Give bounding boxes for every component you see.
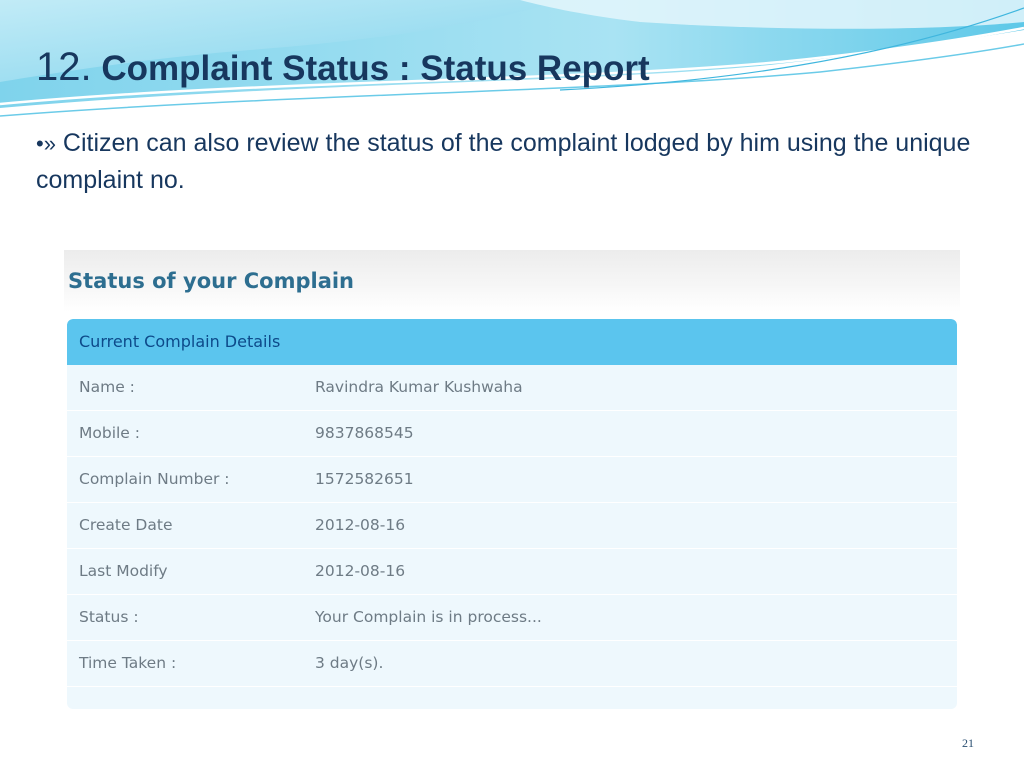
detail-value: Ravindra Kumar Kushwaha: [315, 378, 523, 396]
detail-value: 1572582651: [315, 470, 414, 488]
detail-label: Last Modify: [79, 562, 168, 580]
detail-value: 2012-08-16: [315, 562, 406, 580]
detail-row-time-taken: Time Taken : 3 day(s).: [67, 641, 957, 687]
bullet-marker: •»: [36, 131, 56, 156]
detail-row-status: Status : Your Complain is in process...: [67, 595, 957, 641]
detail-value: 3 day(s).: [315, 654, 384, 672]
detail-row-name: Name : Ravindra Kumar Kushwaha: [67, 365, 957, 411]
page-number: 21: [962, 736, 974, 750]
detail-label: Name :: [79, 378, 135, 396]
details-section-header: Current Complain Details: [67, 319, 957, 365]
detail-label: Status :: [79, 608, 139, 626]
slide-title-text: Complaint Status : Status Report: [101, 49, 650, 88]
detail-row-last-modify: Last Modify 2012-08-16: [67, 549, 957, 595]
detail-row-create-date: Create Date 2012-08-16: [67, 503, 957, 549]
detail-label: Complain Number :: [79, 470, 230, 488]
detail-label: Create Date: [79, 516, 173, 534]
detail-label: Time Taken :: [79, 654, 177, 672]
complain-details-box: Current Complain Details Name : Ravindra…: [67, 319, 957, 709]
slide-title: 12. Complaint Status : Status Report: [36, 44, 650, 92]
panel-title: Status of your Complain: [68, 269, 355, 293]
status-screenshot-panel: Status of your Complain Current Complain…: [64, 250, 960, 712]
detail-value: 2012-08-16: [315, 516, 406, 534]
detail-label: Mobile :: [79, 424, 140, 442]
slide-title-number: 12.: [36, 45, 92, 89]
detail-row-mobile: Mobile : 9837868545: [67, 411, 957, 457]
bullet-point: •» Citizen can also review the status of…: [36, 125, 986, 198]
bullet-text: Citizen can also review the status of th…: [36, 129, 971, 194]
detail-value: Your Complain is in process...: [315, 608, 542, 626]
panel-header: Status of your Complain: [64, 250, 960, 312]
detail-value: 9837868545: [315, 424, 414, 442]
details-section-title: Current Complain Details: [79, 332, 281, 351]
slide: 12. Complaint Status : Status Report •» …: [0, 0, 1024, 768]
detail-row-complain-number: Complain Number : 1572582651: [67, 457, 957, 503]
